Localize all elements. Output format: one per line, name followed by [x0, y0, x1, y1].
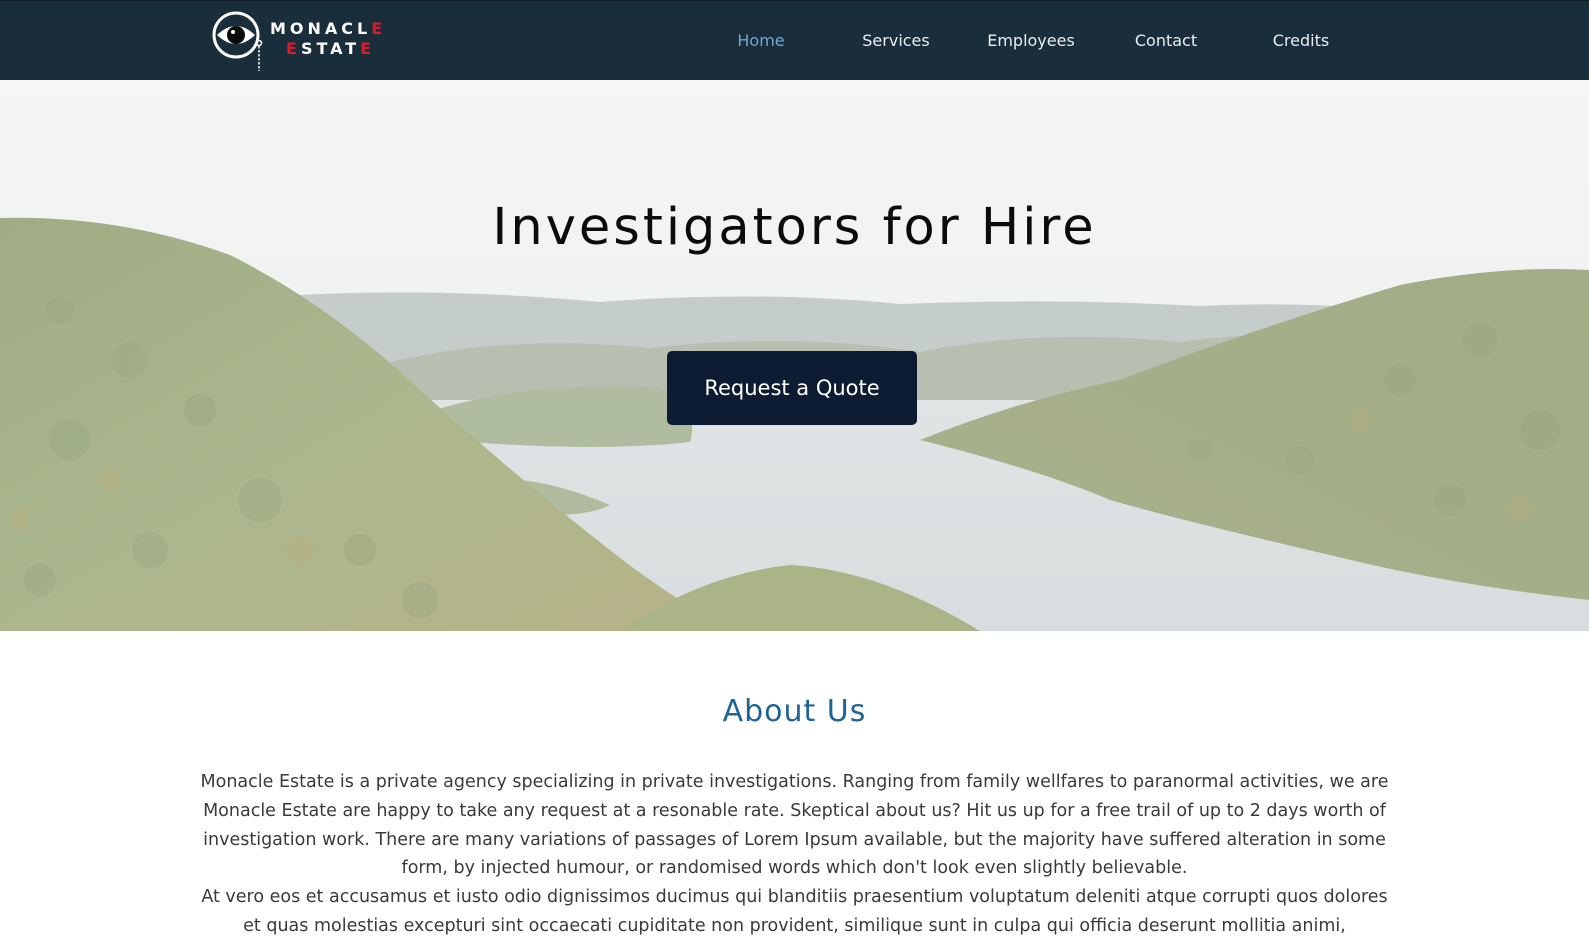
hero-section: Investigators for Hire Request a Quote [0, 80, 1589, 631]
nav-item-contact[interactable]: Contact [1135, 31, 1197, 50]
main-nav: Home Services Employees Contact Credits [0, 1, 1589, 81]
top-navbar: MONACLE ESTATE Home Services Employees C… [0, 0, 1589, 80]
nav-item-credits[interactable]: Credits [1273, 31, 1329, 50]
request-quote-button[interactable]: Request a Quote [667, 351, 917, 425]
nav-item-home[interactable]: Home [737, 31, 784, 50]
about-title: About Us [722, 694, 867, 729]
about-paragraph-1: Monacle Estate is a private agency speci… [200, 772, 1389, 879]
hero-title: Investigators for Hire [492, 198, 1097, 257]
nav-item-services[interactable]: Services [862, 31, 929, 50]
nav-item-employees[interactable]: Employees [987, 31, 1075, 50]
about-body: Monacle Estate is a private agency speci… [193, 768, 1396, 941]
about-paragraph-2: At vero eos et accusamus et iusto odio d… [201, 887, 1388, 936]
